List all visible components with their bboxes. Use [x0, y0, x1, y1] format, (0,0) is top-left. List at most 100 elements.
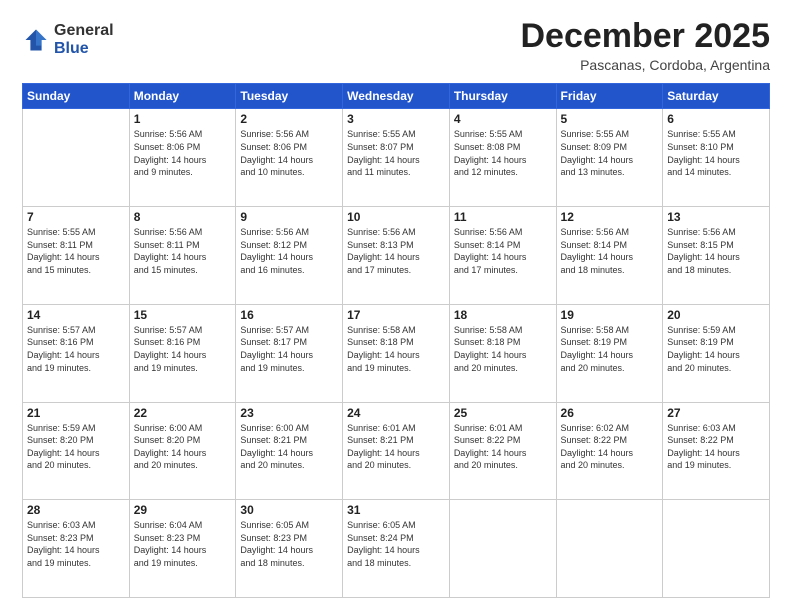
calendar-cell: 22 Sunrise: 6:00 AM Sunset: 8:20 PM Dayli…: [129, 402, 236, 500]
day-info: Sunrise: 5:58 AM Sunset: 8:18 PM Dayligh…: [454, 324, 552, 374]
day-info: Sunrise: 5:57 AM Sunset: 8:17 PM Dayligh…: [240, 324, 338, 374]
day-number: 27: [667, 406, 765, 420]
day-info: Sunrise: 5:55 AM Sunset: 8:07 PM Dayligh…: [347, 128, 445, 178]
day-info: Sunrise: 5:57 AM Sunset: 8:16 PM Dayligh…: [27, 324, 125, 374]
day-info: Sunrise: 6:05 AM Sunset: 8:23 PM Dayligh…: [240, 519, 338, 569]
calendar-table: Sunday Monday Tuesday Wednesday Thursday…: [22, 83, 770, 598]
calendar-cell: 3Sunrise: 5:55 AM Sunset: 8:07 PM Daylig…: [343, 109, 450, 207]
day-number: 11: [454, 210, 552, 224]
calendar-cell: 27 Sunrise: 6:03 AM Sunset: 8:22 PM Dayli…: [663, 402, 770, 500]
calendar-week-row-3: 14Sunrise: 5:57 AM Sunset: 8:16 PM Dayli…: [23, 304, 770, 402]
calendar-cell: 24 Sunrise: 6:01 AM Sunset: 8:21 PM Dayli…: [343, 402, 450, 500]
day-number: 5: [561, 112, 659, 126]
calendar-cell: 10 Sunrise: 5:56 AM Sunset: 8:13 PM Dayli…: [343, 207, 450, 305]
day-info: Sunrise: 5:55 AM Sunset: 8:10 PM Dayligh…: [667, 128, 765, 178]
calendar-cell: 4 Sunrise: 5:55 AM Sunset: 8:08 PM Daylig…: [449, 109, 556, 207]
day-info: Sunrise: 5:56 AM Sunset: 8:12 PM Dayligh…: [240, 226, 338, 276]
day-number: 12: [561, 210, 659, 224]
calendar-header-row: Sunday Monday Tuesday Wednesday Thursday…: [23, 84, 770, 109]
col-thursday: Thursday: [449, 84, 556, 109]
calendar-cell: 13Sunrise: 5:56 AM Sunset: 8:15 PM Dayli…: [663, 207, 770, 305]
day-info: Sunrise: 6:00 AM Sunset: 8:20 PM Dayligh…: [134, 422, 232, 472]
day-info: Sunrise: 5:56 AM Sunset: 8:14 PM Dayligh…: [454, 226, 552, 276]
day-info: Sunrise: 5:55 AM Sunset: 8:08 PM Dayligh…: [454, 128, 552, 178]
calendar-cell: 12 Sunrise: 5:56 AM Sunset: 8:14 PM Dayli…: [556, 207, 663, 305]
month-title: December 2025: [520, 18, 770, 55]
day-number: 17: [347, 308, 445, 322]
calendar-cell: 23 Sunrise: 6:00 AM Sunset: 8:21 PM Dayli…: [236, 402, 343, 500]
day-number: 22: [134, 406, 232, 420]
title-block: December 2025 Pascanas, Cordoba, Argenti…: [520, 18, 770, 73]
calendar-cell: 15 Sunrise: 5:57 AM Sunset: 8:16 PM Dayli…: [129, 304, 236, 402]
day-info: Sunrise: 6:02 AM Sunset: 8:22 PM Dayligh…: [561, 422, 659, 472]
day-number: 19: [561, 308, 659, 322]
day-number: 21: [27, 406, 125, 420]
day-number: 15: [134, 308, 232, 322]
day-number: 2: [240, 112, 338, 126]
day-number: 9: [240, 210, 338, 224]
calendar-cell: 8Sunrise: 5:56 AM Sunset: 8:11 PM Daylig…: [129, 207, 236, 305]
day-info: Sunrise: 5:58 AM Sunset: 8:18 PM Dayligh…: [347, 324, 445, 374]
calendar-cell: 9 Sunrise: 5:56 AM Sunset: 8:12 PM Daylig…: [236, 207, 343, 305]
col-sunday: Sunday: [23, 84, 130, 109]
day-info: Sunrise: 5:59 AM Sunset: 8:19 PM Dayligh…: [667, 324, 765, 374]
day-number: 24: [347, 406, 445, 420]
day-info: Sunrise: 5:58 AM Sunset: 8:19 PM Dayligh…: [561, 324, 659, 374]
day-info: Sunrise: 5:56 AM Sunset: 8:13 PM Dayligh…: [347, 226, 445, 276]
col-friday: Friday: [556, 84, 663, 109]
logo-blue-text: Blue: [54, 40, 114, 58]
day-info: Sunrise: 6:05 AM Sunset: 8:24 PM Dayligh…: [347, 519, 445, 569]
col-saturday: Saturday: [663, 84, 770, 109]
day-info: Sunrise: 6:04 AM Sunset: 8:23 PM Dayligh…: [134, 519, 232, 569]
day-info: Sunrise: 5:56 AM Sunset: 8:06 PM Dayligh…: [240, 128, 338, 178]
day-number: 6: [667, 112, 765, 126]
calendar-cell: 31Sunrise: 6:05 AM Sunset: 8:24 PM Dayli…: [343, 500, 450, 598]
calendar-cell: 26 Sunrise: 6:02 AM Sunset: 8:22 PM Dayli…: [556, 402, 663, 500]
day-number: 23: [240, 406, 338, 420]
day-number: 26: [561, 406, 659, 420]
day-info: Sunrise: 5:56 AM Sunset: 8:14 PM Dayligh…: [561, 226, 659, 276]
day-number: 8: [134, 210, 232, 224]
calendar-cell: 18 Sunrise: 5:58 AM Sunset: 8:18 PM Dayli…: [449, 304, 556, 402]
calendar-cell: 14Sunrise: 5:57 AM Sunset: 8:16 PM Dayli…: [23, 304, 130, 402]
day-number: 18: [454, 308, 552, 322]
location-subtitle: Pascanas, Cordoba, Argentina: [520, 57, 770, 73]
calendar-cell: 5 Sunrise: 5:55 AM Sunset: 8:09 PM Daylig…: [556, 109, 663, 207]
calendar-cell: 20Sunrise: 5:59 AM Sunset: 8:19 PM Dayli…: [663, 304, 770, 402]
day-number: 10: [347, 210, 445, 224]
day-info: Sunrise: 6:03 AM Sunset: 8:23 PM Dayligh…: [27, 519, 125, 569]
logo-text: General Blue: [54, 22, 114, 57]
calendar-cell: [23, 109, 130, 207]
day-info: Sunrise: 5:55 AM Sunset: 8:11 PM Dayligh…: [27, 226, 125, 276]
calendar-week-row-1: 1 Sunrise: 5:56 AM Sunset: 8:06 PM Daylig…: [23, 109, 770, 207]
page: General Blue December 2025 Pascanas, Cor…: [0, 0, 792, 612]
day-number: 4: [454, 112, 552, 126]
day-number: 13: [667, 210, 765, 224]
day-number: 25: [454, 406, 552, 420]
day-info: Sunrise: 6:01 AM Sunset: 8:21 PM Dayligh…: [347, 422, 445, 472]
day-number: 1: [134, 112, 232, 126]
calendar-cell: 29 Sunrise: 6:04 AM Sunset: 8:23 PM Dayli…: [129, 500, 236, 598]
col-tuesday: Tuesday: [236, 84, 343, 109]
day-info: Sunrise: 6:01 AM Sunset: 8:22 PM Dayligh…: [454, 422, 552, 472]
calendar-cell: 30 Sunrise: 6:05 AM Sunset: 8:23 PM Dayli…: [236, 500, 343, 598]
calendar-cell: 16Sunrise: 5:57 AM Sunset: 8:17 PM Dayli…: [236, 304, 343, 402]
day-info: Sunrise: 5:55 AM Sunset: 8:09 PM Dayligh…: [561, 128, 659, 178]
calendar-week-row-5: 28Sunrise: 6:03 AM Sunset: 8:23 PM Dayli…: [23, 500, 770, 598]
day-number: 29: [134, 503, 232, 517]
calendar-cell: 19 Sunrise: 5:58 AM Sunset: 8:19 PM Dayli…: [556, 304, 663, 402]
logo-icon: [22, 26, 50, 54]
calendar-cell: 6 Sunrise: 5:55 AM Sunset: 8:10 PM Daylig…: [663, 109, 770, 207]
calendar-week-row-2: 7 Sunrise: 5:55 AM Sunset: 8:11 PM Daylig…: [23, 207, 770, 305]
calendar-cell: 17 Sunrise: 5:58 AM Sunset: 8:18 PM Dayli…: [343, 304, 450, 402]
day-info: Sunrise: 5:57 AM Sunset: 8:16 PM Dayligh…: [134, 324, 232, 374]
day-number: 30: [240, 503, 338, 517]
header: General Blue December 2025 Pascanas, Cor…: [22, 18, 770, 73]
day-info: Sunrise: 6:03 AM Sunset: 8:22 PM Dayligh…: [667, 422, 765, 472]
calendar-week-row-4: 21Sunrise: 5:59 AM Sunset: 8:20 PM Dayli…: [23, 402, 770, 500]
day-number: 7: [27, 210, 125, 224]
calendar-cell: [556, 500, 663, 598]
day-info: Sunrise: 6:00 AM Sunset: 8:21 PM Dayligh…: [240, 422, 338, 472]
col-wednesday: Wednesday: [343, 84, 450, 109]
day-info: Sunrise: 5:56 AM Sunset: 8:06 PM Dayligh…: [134, 128, 232, 178]
